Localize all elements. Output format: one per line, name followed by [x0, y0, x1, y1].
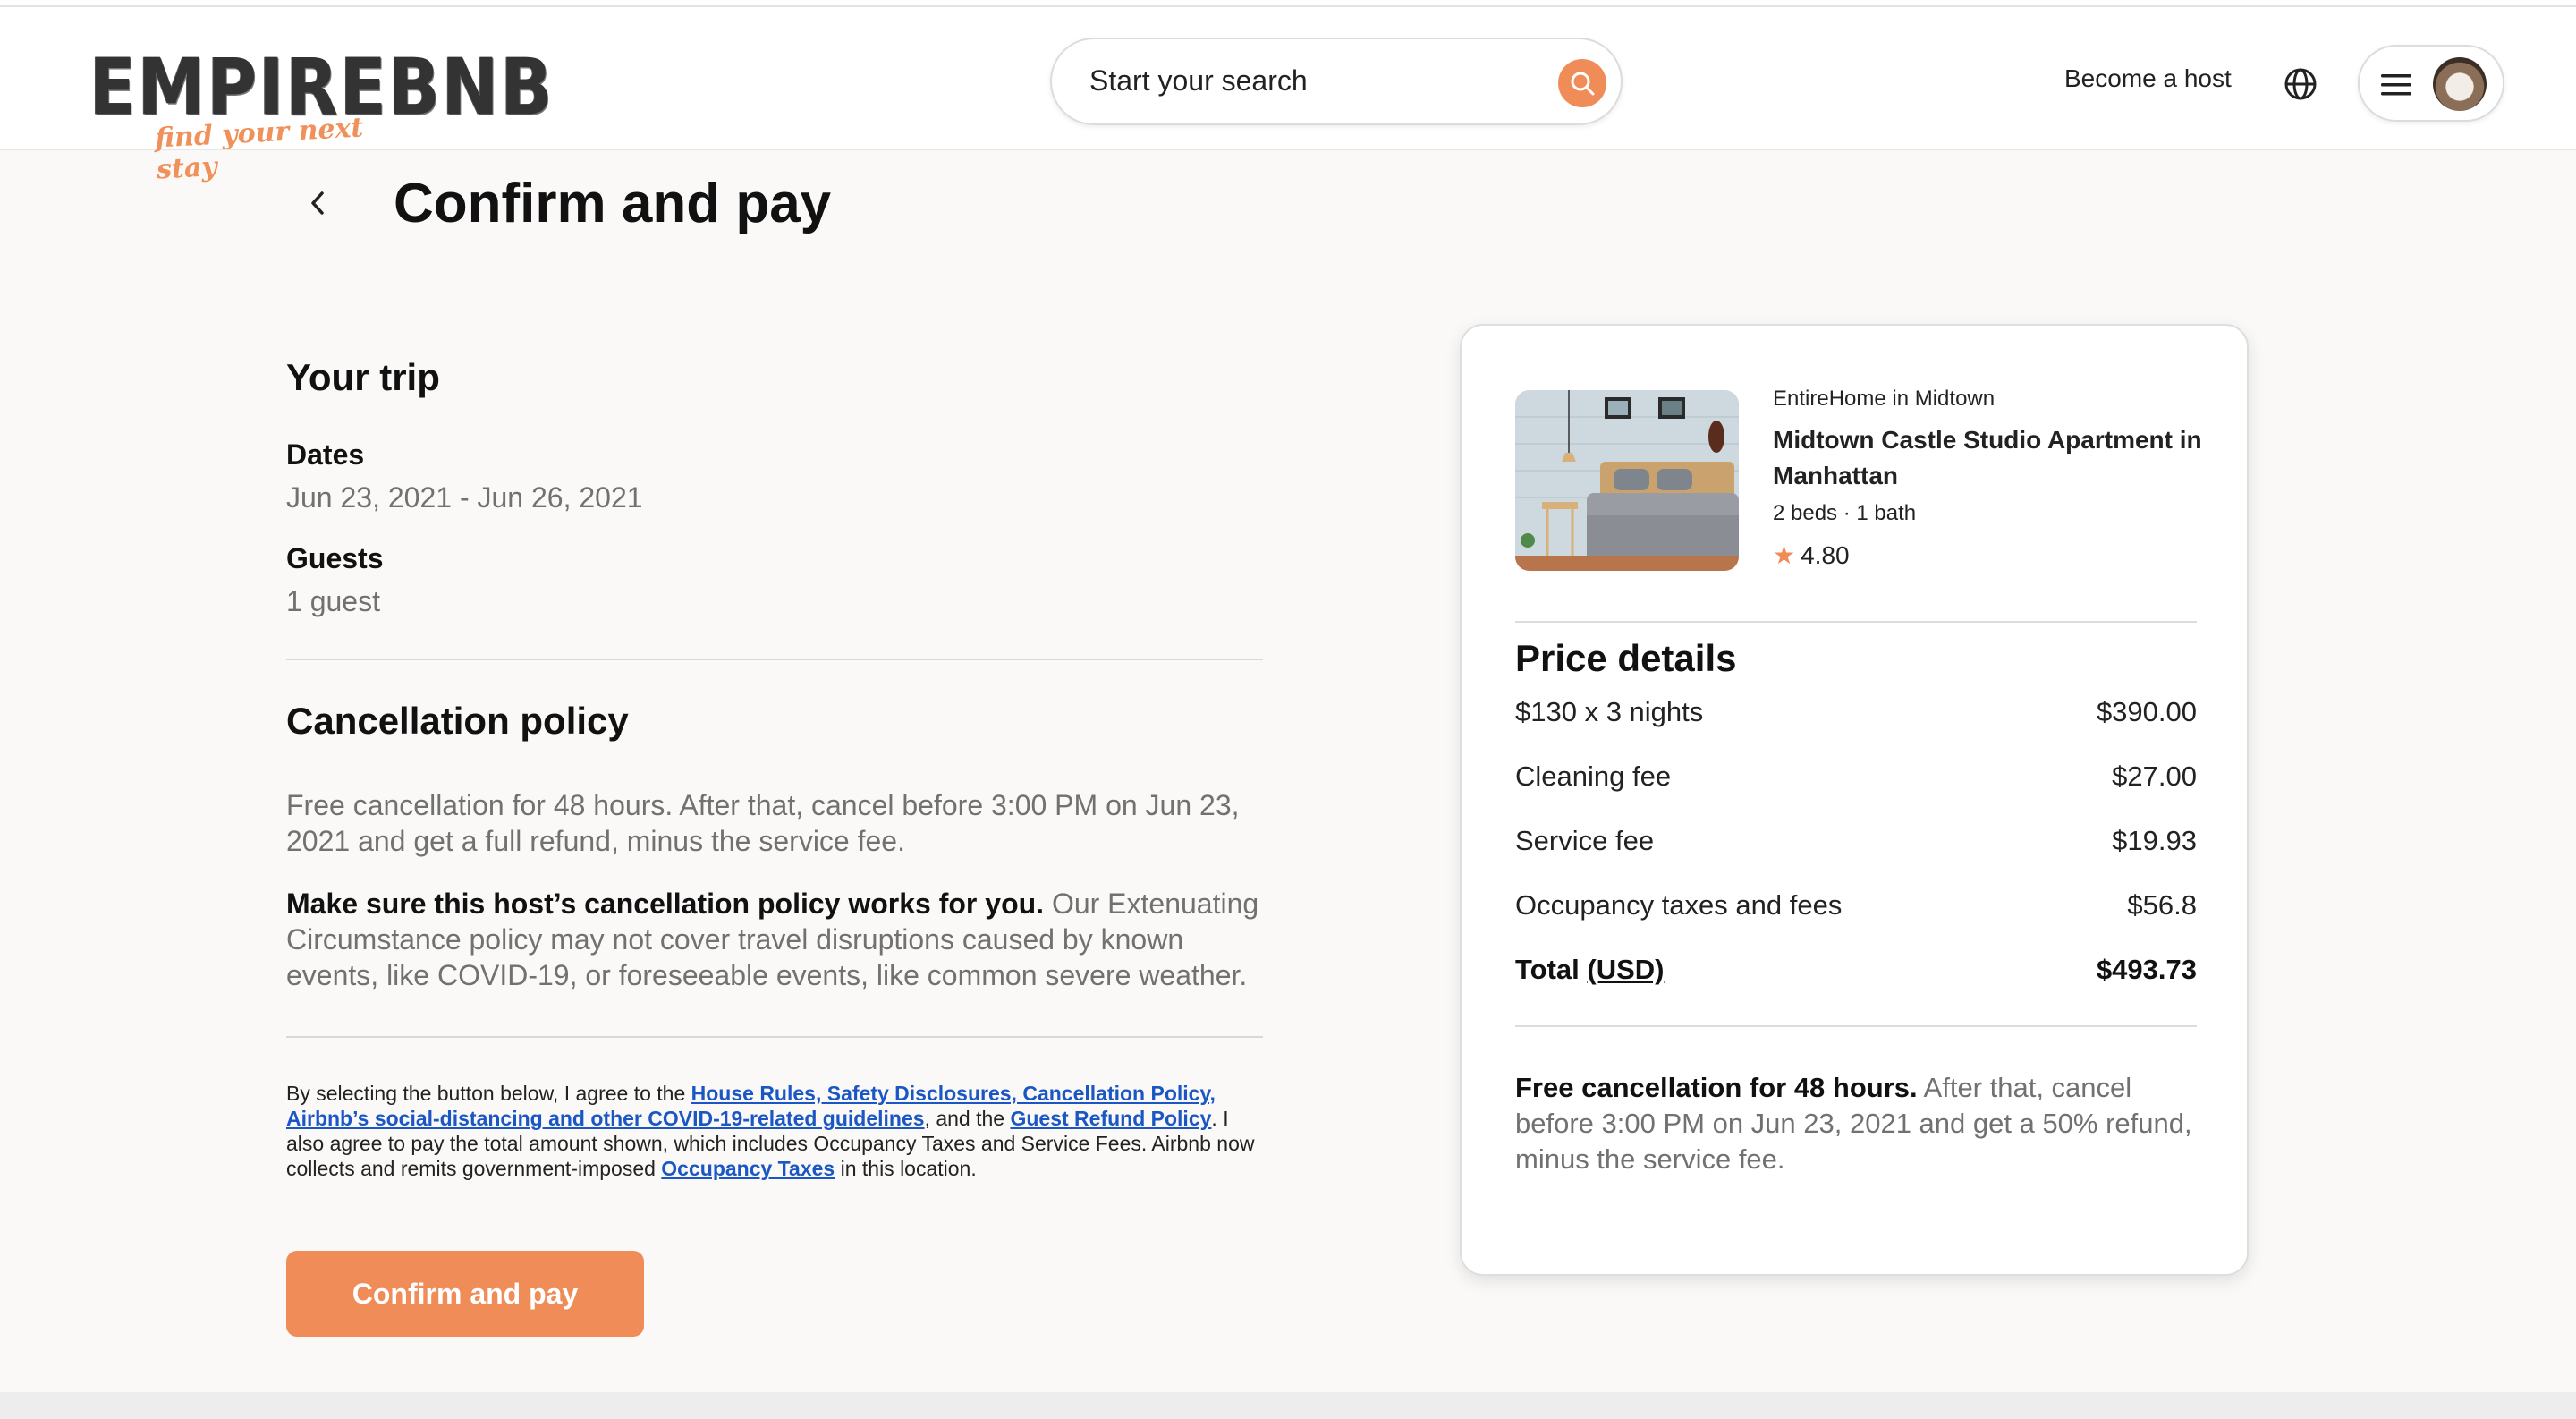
total-amount: $493.73: [2096, 954, 2197, 985]
listing-beds-baths: 2 beds · 1 bath: [1773, 501, 1917, 525]
dates-value: Jun 23, 2021 - Jun 26, 2021: [286, 481, 643, 514]
occupancy-taxes-link[interactable]: Occupancy Taxes: [661, 1157, 835, 1180]
your-trip-heading: Your trip: [286, 356, 440, 398]
card-cancellation-note: Free cancellation for 48 hours. After th…: [1515, 1070, 2197, 1177]
guest-refund-policy-link[interactable]: Guest Refund Policy: [1010, 1107, 1211, 1130]
footer-band: [0, 1392, 2576, 1419]
price-row-total: Total (USD) $493.73: [1515, 954, 2197, 998]
become-host-link[interactable]: Become a host: [2064, 64, 2232, 93]
user-menu-button[interactable]: [2358, 45, 2504, 122]
guests-value: 1 guest: [286, 585, 380, 617]
price-label: Service fee: [1515, 825, 1655, 856]
top-border: [0, 0, 2576, 7]
price-amount: $56.8: [2127, 889, 2197, 921]
divider: [1515, 1025, 2197, 1027]
divider: [286, 1036, 1263, 1038]
price-amount: $390.00: [2096, 696, 2197, 727]
site-header: EMPIREBNB find your next stay Start your…: [0, 7, 2576, 185]
total-label: Total (USD): [1515, 954, 1664, 986]
listing-type: EntireHome in Midtown: [1773, 387, 1996, 411]
hamburger-icon: [2381, 74, 2411, 96]
avatar: [2433, 57, 2487, 111]
confirm-and-pay-button[interactable]: Confirm and pay: [286, 1251, 644, 1337]
cancellation-warning: Make sure this host’s cancellation polic…: [286, 886, 1263, 993]
listing-photo[interactable]: [1515, 390, 1739, 571]
logo[interactable]: EMPIREBNB find your next stay: [89, 34, 552, 185]
legal-outro: in this location.: [835, 1157, 977, 1180]
globe-icon[interactable]: [2283, 66, 2318, 102]
price-label: $130 x 3 nights: [1515, 696, 1704, 727]
listing-rating: ★ 4.80: [1773, 540, 1850, 570]
listing-name[interactable]: Midtown Castle Studio Apartment in Manha…: [1773, 422, 2220, 494]
card-cancellation-bold: Free cancellation for 48 hours.: [1515, 1072, 1918, 1103]
legal-mid1: , and the: [924, 1107, 1011, 1130]
price-amount: $27.00: [2112, 760, 2197, 792]
page-title: Confirm and pay: [394, 173, 832, 234]
price-details-heading: Price details: [1515, 637, 1737, 679]
price-label: Cleaning fee: [1515, 760, 1672, 792]
price-row-taxes: Occupancy taxes and fees $56.8: [1515, 889, 2197, 934]
search-input[interactable]: Start your search: [1089, 64, 1308, 98]
cancellation-warning-bold: Make sure this host’s cancellation polic…: [286, 888, 1045, 920]
logo-tagline: find your next stay: [154, 112, 365, 186]
price-row-service: Service fee $19.93: [1515, 825, 2197, 870]
price-row-cleaning: Cleaning fee $27.00: [1515, 760, 2197, 805]
price-label: Occupancy taxes and fees: [1515, 889, 1843, 921]
cancellation-heading: Cancellation policy: [286, 700, 629, 742]
legal-intro: By selecting the button below, I agree t…: [286, 1082, 691, 1105]
search-icon: [1571, 72, 1595, 96]
rating-value: 4.80: [1801, 541, 1850, 569]
dates-label: Dates: [286, 438, 365, 471]
star-icon: ★: [1773, 541, 1796, 569]
booking-summary-card: EntireHome in Midtown Midtown Castle Stu…: [1460, 324, 2249, 1276]
listing-photo-image: [1515, 390, 1739, 571]
chevron-left-icon[interactable]: [306, 188, 333, 218]
currency-link[interactable]: (USD): [1587, 954, 1664, 985]
guests-label: Guests: [286, 542, 384, 574]
total-text: Total: [1515, 954, 1580, 985]
price-amount: $19.93: [2112, 825, 2197, 856]
search-bar[interactable]: Start your search: [1050, 38, 1623, 125]
price-row-nights: $130 x 3 nights $390.00: [1515, 696, 2197, 741]
cancellation-text: Free cancellation for 48 hours. After th…: [286, 789, 1240, 857]
legal-agreement: By selecting the button below, I agree t…: [286, 1081, 1263, 1181]
divider: [286, 659, 1263, 660]
search-button[interactable]: [1558, 59, 1606, 107]
